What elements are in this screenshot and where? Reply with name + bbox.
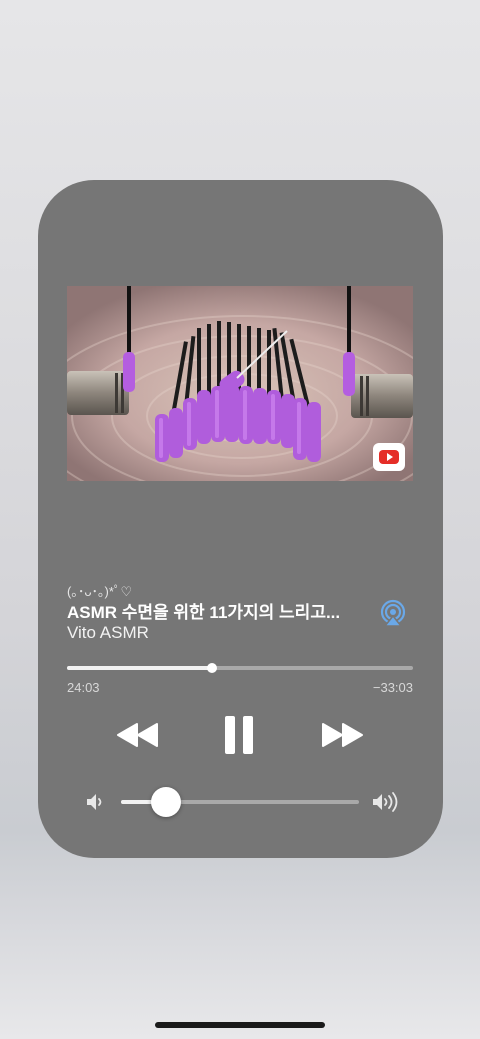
- progress-fill: [67, 666, 213, 670]
- airplay-audio-icon[interactable]: [378, 598, 408, 628]
- now-playing-card: (｡･ᴗ･｡)*ﾟ♡ ASMR 수면을 위한 11가지의 느리고... Vito…: [38, 180, 443, 858]
- pause-button[interactable]: [221, 715, 257, 755]
- home-indicator[interactable]: [155, 1022, 325, 1028]
- progress-knob[interactable]: [207, 663, 218, 673]
- track-title: ASMR 수면을 위한 11가지의 느리고...: [67, 603, 341, 622]
- volume-knob[interactable]: [151, 787, 182, 817]
- remaining-time: −33:03: [372, 680, 413, 695]
- progress-slider[interactable]: [67, 663, 413, 673]
- rewind-button[interactable]: [116, 715, 160, 755]
- artwork-thumbnail[interactable]: [67, 286, 413, 481]
- rewind-icon: [117, 723, 158, 747]
- track-artist: Vito ASMR: [67, 623, 149, 642]
- volume-high-icon: [371, 790, 403, 814]
- elapsed-time: 24:03: [67, 680, 100, 695]
- fast-forward-button[interactable]: [320, 715, 364, 755]
- asmr-artwork-illustration: [67, 286, 413, 481]
- youtube-icon: [373, 443, 405, 471]
- volume-low-icon: [84, 791, 106, 813]
- fast-forward-icon: [322, 723, 363, 747]
- volume-slider[interactable]: [121, 787, 359, 817]
- pause-icon: [225, 716, 253, 754]
